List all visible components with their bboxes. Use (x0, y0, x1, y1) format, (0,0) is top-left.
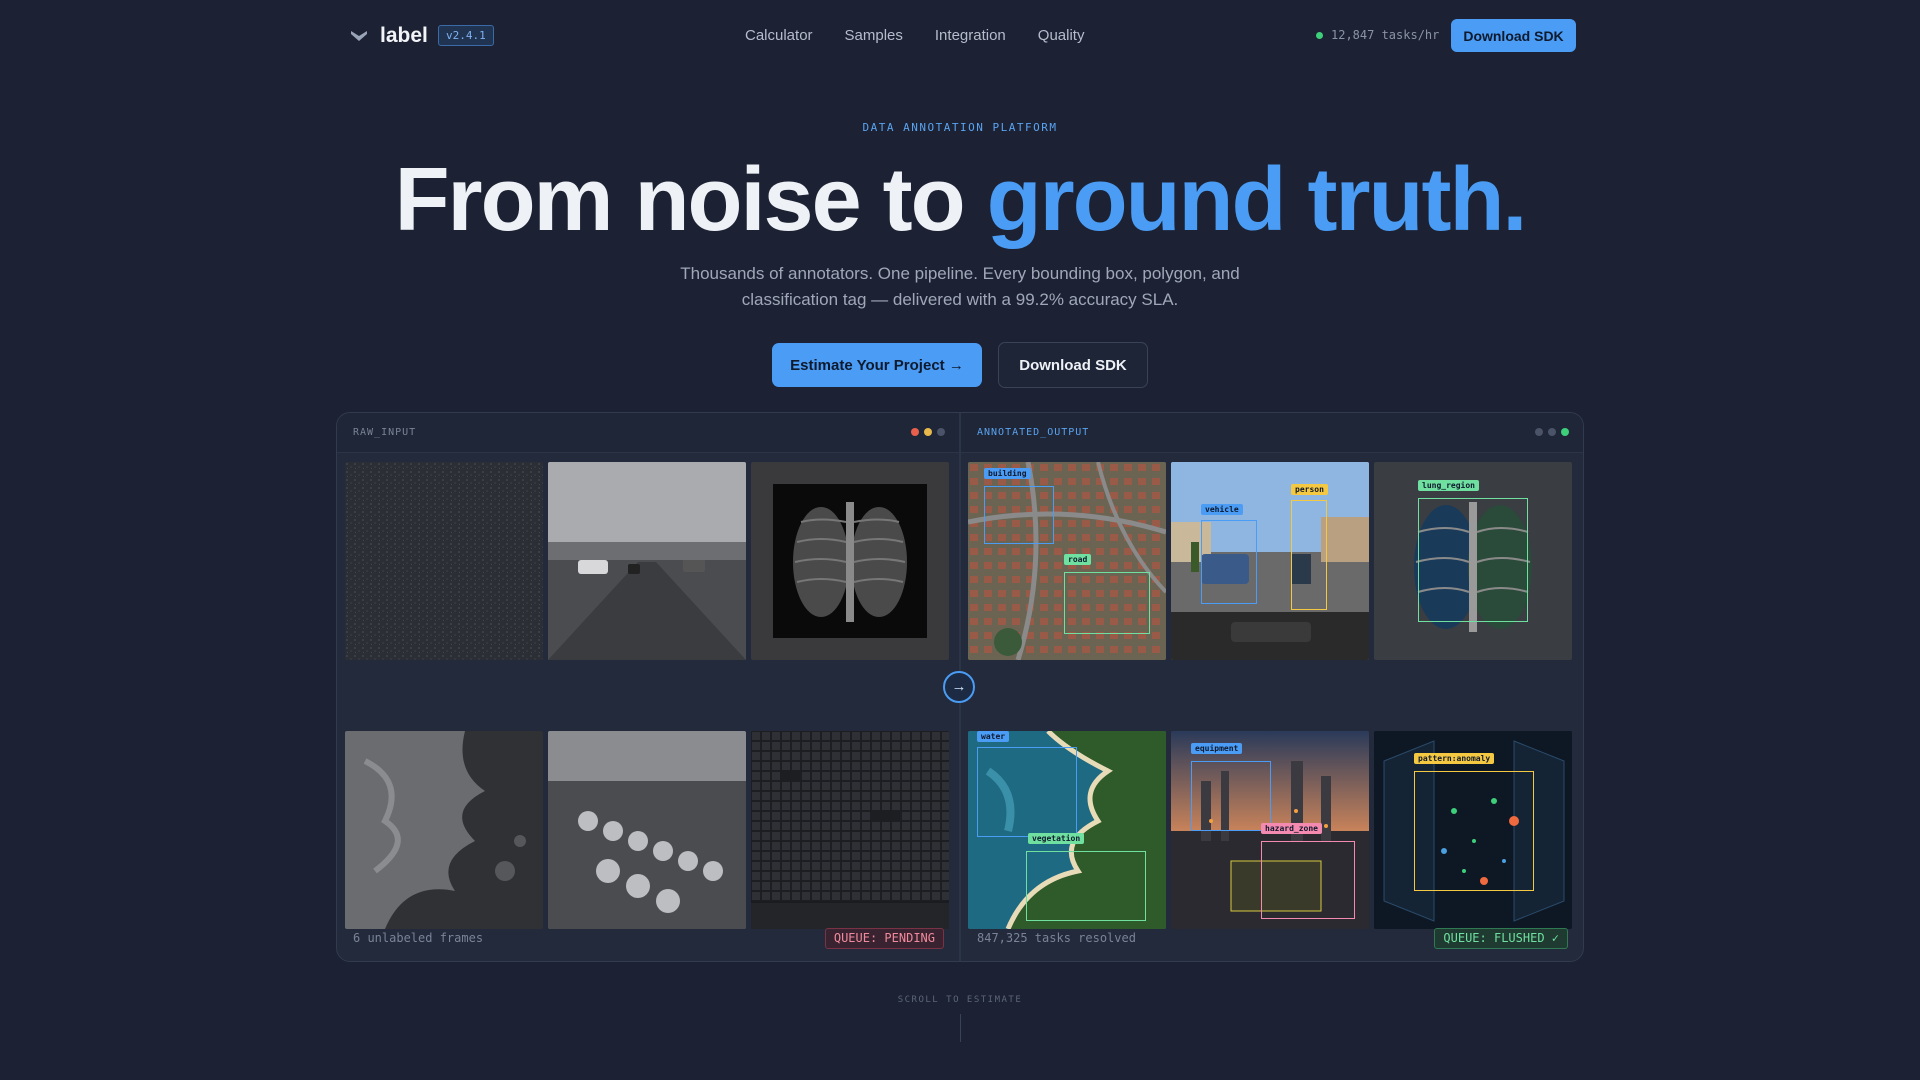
estimate-project-button[interactable]: Estimate Your Project → (772, 343, 982, 387)
tag-water: water (977, 731, 1010, 742)
arrow-right-icon[interactable]: → (943, 671, 975, 703)
raw-window-dots (911, 428, 945, 436)
headline-accent: ground truth. (986, 150, 1528, 250)
bbox-lung-region (1418, 498, 1528, 622)
window-dot-gray (937, 428, 945, 436)
annotated-frame-refinery: equipment hazard_zone (1171, 731, 1369, 929)
raw-frame-xray (751, 462, 949, 660)
window-dot-red (911, 428, 919, 436)
nav-link-samples[interactable]: Samples (845, 27, 903, 44)
download-sdk-button[interactable]: Download SDK (998, 342, 1148, 388)
headline-plain: From noise to (394, 150, 987, 250)
nav-download-sdk-button[interactable]: Download SDK (1451, 19, 1576, 52)
window-dot-gray (1535, 428, 1543, 436)
brand-name[interactable]: label (380, 24, 428, 48)
annotated-window-dots (1535, 428, 1569, 436)
road-grayscale-image (548, 462, 746, 660)
window-dot-gray (1548, 428, 1556, 436)
annotated-frame-coast: water vegetation (968, 731, 1166, 929)
tasks-resolved-count: 847,325 tasks resolved (977, 931, 1136, 945)
raw-frame-road (548, 462, 746, 660)
raw-panel-title: RAW_INPUT (353, 427, 417, 438)
bbox-vehicle (1201, 520, 1257, 604)
raw-frame-coast (345, 731, 543, 929)
queue-pending-badge: QUEUE: PENDING (824, 928, 944, 949)
raw-input-panel: RAW_INPUT 6 unlabeled frames QUEUE: PEND… (337, 413, 959, 961)
bbox-pattern-anomaly (1414, 771, 1534, 891)
tag-hazard-zone: hazard_zone (1261, 823, 1322, 834)
live-status-dot (1316, 32, 1323, 39)
version-badge: v2.4.1 (438, 25, 494, 46)
noise-texture-image (345, 462, 543, 660)
throughput-rate: 12,847 tasks/hr (1331, 28, 1440, 42)
annotated-panel-header: ANNOTATED_OUTPUT (961, 413, 1583, 453)
nav-links: Calculator Samples Integration Quality (745, 27, 1084, 44)
annotated-frame-aerial: building road (968, 462, 1166, 660)
tag-lung-region: lung_region (1418, 480, 1479, 491)
tag-building: building (984, 468, 1031, 479)
tag-equipment: equipment (1191, 743, 1243, 754)
hero-headline: From noise to ground truth. (0, 150, 1920, 250)
coastline-grayscale-image (345, 731, 543, 929)
tag-vehicle: vehicle (1201, 504, 1243, 515)
window-dot-yellow (924, 428, 932, 436)
scroll-indicator-line (960, 1014, 961, 1042)
bbox-hazard-zone (1261, 841, 1355, 919)
raw-frame-noise (345, 462, 543, 660)
raw-frame-industrial (548, 731, 746, 929)
raw-panel-header: RAW_INPUT (337, 413, 959, 453)
raw-frame-datagrid (751, 731, 949, 929)
tag-vegetation: vegetation (1028, 833, 1085, 844)
raw-frame-count: 6 unlabeled frames (353, 931, 484, 945)
window-dot-green (1561, 428, 1569, 436)
industrial-grayscale-image (548, 731, 746, 929)
scroll-hint: SCROLL TO ESTIMATE (897, 995, 1023, 1005)
bbox-water (977, 747, 1077, 837)
bbox-road (1064, 572, 1150, 634)
hero-eyebrow: DATA ANNOTATION PLATFORM (862, 121, 1058, 134)
tag-road: road (1064, 554, 1092, 565)
annotated-output-panel: ANNOTATED_OUTPUT building road vehicle p… (961, 413, 1583, 961)
nav-link-integration[interactable]: Integration (935, 27, 1006, 44)
datagrid-grayscale-image (751, 731, 949, 929)
nav-link-calculator[interactable]: Calculator (745, 27, 813, 44)
chest-xray-image (773, 484, 927, 638)
label-logo-icon[interactable] (348, 25, 370, 47)
bbox-person (1291, 500, 1327, 610)
hero-subtitle: Thousands of annotators. One pipeline. E… (680, 264, 1240, 309)
top-nav: label v2.4.1 Calculator Samples Integrat… (0, 0, 1920, 72)
bbox-building (984, 486, 1054, 544)
nav-link-quality[interactable]: Quality (1038, 27, 1085, 44)
annotated-panel-title: ANNOTATED_OUTPUT (977, 427, 1090, 438)
annotated-frame-xray: lung_region (1374, 462, 1572, 660)
queue-flushed-badge: QUEUE: FLUSHED ✓ (1434, 928, 1568, 949)
tag-pattern-anomaly: pattern:anomaly (1414, 753, 1495, 764)
annotated-frame-hologram: pattern:anomaly (1374, 731, 1572, 929)
annotated-frame-street: vehicle person (1171, 462, 1369, 660)
bbox-vegetation (1026, 851, 1146, 921)
bbox-equipment (1191, 761, 1271, 831)
tag-person: person (1291, 484, 1328, 495)
